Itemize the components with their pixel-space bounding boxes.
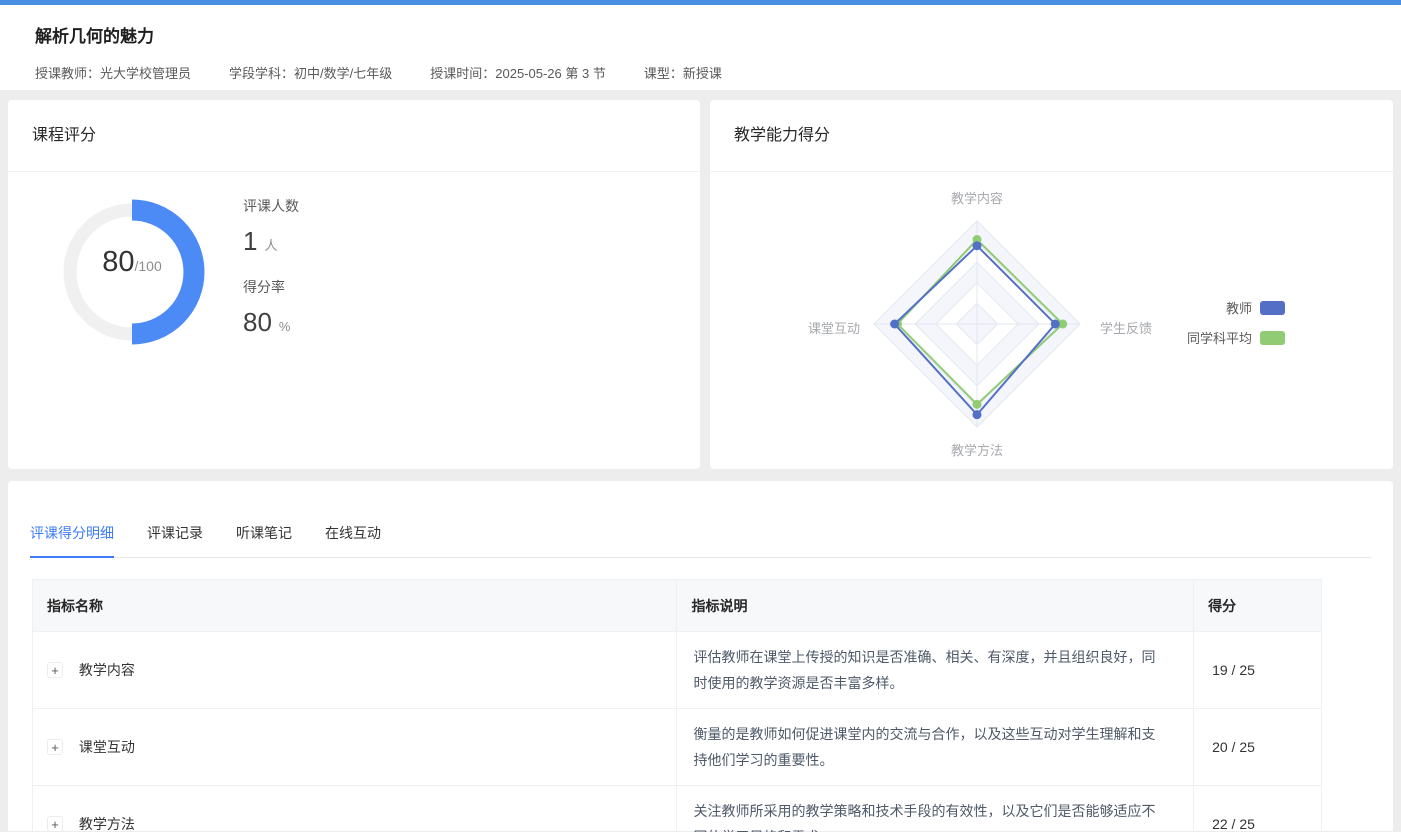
column-header-indicator-description: 指标说明 xyxy=(677,580,1194,632)
course-meta-row: 授课教师：光大学校管理员 学段学科：初中/数学/七年级 授课时间：2025-05… xyxy=(35,63,1401,82)
legend-subject-average-swatch xyxy=(1260,331,1285,345)
indicator-score: 19 / 25 xyxy=(1194,632,1322,709)
indicator-description: 衡量的是教师如何促进课堂内的交流与合作，以及这些互动对学生理解和支持他们学习的重… xyxy=(677,709,1194,786)
reviewer-count-unit: 人 xyxy=(264,235,277,254)
reviewer-count-value: 1 xyxy=(243,226,257,257)
legend-teacher-swatch xyxy=(1260,301,1285,315)
page-title: 解析几何的魅力 xyxy=(35,22,1401,47)
table-row: + 教学内容 评估教师在课堂上传授的知识是否准确、相关、有深度，并且组织良好，同… xyxy=(33,632,1322,709)
table-row: + 教学方法 关注教师所采用的教学策略和技术手段的有效性，以及它们是否能够适应不… xyxy=(33,786,1322,832)
radar-axis-class-interaction: 课堂互动 xyxy=(808,318,860,337)
expand-row-button[interactable]: + xyxy=(47,662,63,678)
indicator-description: 评估教师在课堂上传授的知识是否准确、相关、有深度，并且组织良好，同时使用的教学资… xyxy=(677,632,1194,709)
table-header-row: 指标名称 指标说明 得分 xyxy=(33,580,1322,632)
detail-section-card: 评课得分明细 评课记录 听课笔记 在线互动 指标名称 指标说明 得分 + 教学内… xyxy=(8,481,1393,831)
score-detail-table: 指标名称 指标说明 得分 + 教学内容 评估教师在课堂上传授的知识是否准确、相关… xyxy=(32,579,1322,832)
column-header-indicator-name: 指标名称 xyxy=(33,580,677,632)
course-score-card-title: 课程评分 xyxy=(8,100,700,172)
tab-listening-notes[interactable]: 听课笔记 xyxy=(236,510,292,558)
score-value: 80 xyxy=(102,246,134,279)
indicator-score: 22 / 25 xyxy=(1194,786,1322,832)
score-stats: 评课人数 1 人 得分率 80 % xyxy=(243,196,299,358)
indicator-name: 教学方法 xyxy=(79,816,135,832)
course-score-card: 课程评分 80 /100 评课人数 1 人 得分率 80 % xyxy=(8,100,700,469)
legend-teacher-label: 教师 xyxy=(1226,298,1252,317)
tab-score-detail[interactable]: 评课得分明细 xyxy=(30,510,114,558)
legend-item-teacher[interactable]: 教师 xyxy=(1187,298,1285,317)
meta-grade-subject: 学段学科：初中/数学/七年级 xyxy=(229,63,392,82)
score-rate-unit: % xyxy=(279,319,291,334)
legend-subject-average-label: 同学科平均 xyxy=(1187,328,1252,347)
page-header: 解析几何的魅力 授课教师：光大学校管理员 学段学科：初中/数学/七年级 授课时间… xyxy=(0,5,1401,90)
teaching-ability-card-title: 教学能力得分 xyxy=(710,100,1393,172)
legend-item-subject-average[interactable]: 同学科平均 xyxy=(1187,328,1285,347)
meta-time: 授课时间：2025-05-26 第 3 节 xyxy=(430,63,606,82)
column-header-score: 得分 xyxy=(1194,580,1322,632)
radar-axis-teaching-content: 教学内容 xyxy=(951,188,1003,207)
radar-axis-teaching-method: 教学方法 xyxy=(951,440,1003,459)
indicator-name: 课堂互动 xyxy=(79,739,135,755)
score-denominator: /100 xyxy=(135,258,162,274)
indicator-name: 教学内容 xyxy=(79,662,135,678)
radar-legend: 教师 同学科平均 xyxy=(1187,298,1285,358)
score-rate-label: 得分率 xyxy=(243,277,299,297)
detail-tabs: 评课得分明细 评课记录 听课笔记 在线互动 xyxy=(30,481,1371,558)
score-rate-value: 80 xyxy=(243,307,272,338)
expand-row-button[interactable]: + xyxy=(47,816,63,832)
score-donut-chart: 80 /100 xyxy=(59,199,205,345)
reviewer-count-label: 评课人数 xyxy=(243,196,299,216)
table-row: + 课堂互动 衡量的是教师如何促进课堂内的交流与合作，以及这些互动对学生理解和支… xyxy=(33,709,1322,786)
tab-review-records[interactable]: 评课记录 xyxy=(147,510,203,558)
teaching-ability-card: 教学能力得分 教学内容 学生反馈 教学方法 课堂互动 教师 同学科平均 xyxy=(710,100,1393,469)
indicator-description: 关注教师所采用的教学策略和技术手段的有效性，以及它们是否能够适应不同的学习风格和… xyxy=(677,786,1194,832)
tab-online-interaction[interactable]: 在线互动 xyxy=(325,510,381,558)
expand-row-button[interactable]: + xyxy=(47,739,63,755)
radar-axis-student-feedback: 学生反馈 xyxy=(1100,318,1152,337)
score-donut-center: 80 /100 xyxy=(59,199,205,345)
meta-teacher: 授课教师：光大学校管理员 xyxy=(35,63,191,82)
indicator-score: 20 / 25 xyxy=(1194,709,1322,786)
meta-course-type: 课型：新授课 xyxy=(644,63,722,82)
